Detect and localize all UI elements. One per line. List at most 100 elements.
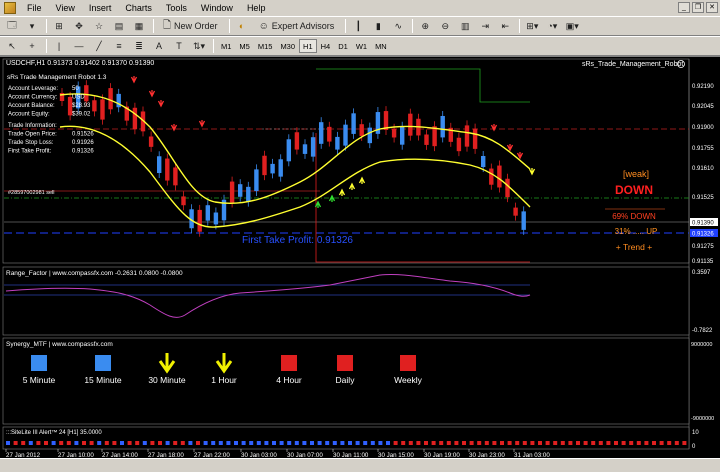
new-chart-icon[interactable]: 🗔: [3, 18, 21, 34]
price-label: 0.91900: [692, 125, 714, 131]
channel-icon[interactable]: ≡: [110, 38, 128, 54]
candle-body: [489, 168, 494, 185]
tp-price-tag: 0.91326: [692, 232, 714, 238]
menu-view[interactable]: View: [49, 0, 82, 16]
symbol-header: USDCHF,H1 0.91373 0.91402 0.91370 0.9139…: [6, 60, 154, 67]
sitelite-dot: [120, 441, 124, 445]
candle-body: [246, 186, 251, 202]
candle-body: [84, 85, 89, 102]
sitelite-dot: [74, 441, 79, 445]
sitelite-dot: [598, 441, 603, 445]
timeframe-m5[interactable]: M5: [235, 39, 253, 53]
sitelite-dot: [500, 441, 504, 445]
restore-icon[interactable]: ❐: [692, 2, 704, 13]
candle-body: [359, 124, 364, 137]
candle-body: [132, 107, 138, 130]
timeframe-mn[interactable]: MN: [371, 39, 391, 53]
sitelite-dot: [583, 441, 588, 445]
close-icon[interactable]: ✕: [706, 2, 718, 13]
candle-body: [205, 205, 210, 221]
timeframe-m1[interactable]: M1: [217, 39, 235, 53]
vertical-line-icon[interactable]: |: [50, 38, 68, 54]
sitelite-dot: [51, 441, 56, 445]
sitelite-dot: [6, 441, 10, 445]
sitelite-dot: [59, 441, 64, 445]
sitelite-dot: [325, 441, 330, 445]
metaeditor-icon[interactable]: ◐: [233, 18, 251, 34]
sitelite-dot: [28, 441, 33, 445]
sitelite-dot: [241, 441, 246, 445]
navigator-icon[interactable]: ☆: [90, 18, 108, 34]
bar-chart-icon[interactable]: ┃: [349, 18, 367, 34]
menu-insert[interactable]: Insert: [82, 0, 119, 16]
profiles-icon[interactable]: ▾: [23, 18, 41, 34]
trade-value: 0.91526: [72, 132, 94, 138]
label-icon[interactable]: T: [170, 38, 188, 54]
data-window-icon[interactable]: ✥: [70, 18, 88, 34]
pct-down: 69% DOWN: [612, 212, 656, 221]
periods-icon[interactable]: ◔▾: [543, 18, 561, 34]
zoom-in-icon[interactable]: ⊕: [416, 18, 434, 34]
synergy-label: 5 Minute: [23, 375, 56, 385]
timeframe-m30[interactable]: M30: [276, 39, 299, 53]
sitelite-dot: [674, 441, 679, 445]
arrows-icon[interactable]: ⇅▾: [190, 38, 208, 54]
menu-bar: File View Insert Charts Tools Window Hel…: [0, 0, 720, 16]
timeframe-w1[interactable]: W1: [352, 39, 371, 53]
zoom-out-icon[interactable]: ⊖: [436, 18, 454, 34]
range-factor-window: [2, 266, 690, 336]
autoscroll-icon[interactable]: ⇥: [476, 18, 494, 34]
indicators-icon[interactable]: ⊞▾: [523, 18, 541, 34]
market-watch-icon[interactable]: ⊞: [50, 18, 68, 34]
price-label: 0.91610: [692, 166, 714, 172]
sitelite-dot: [264, 441, 269, 445]
sitelite-dot: [424, 441, 428, 445]
menu-charts[interactable]: Charts: [118, 0, 159, 16]
text-icon[interactable]: A: [150, 38, 168, 54]
fibo-icon[interactable]: ≣: [130, 38, 148, 54]
tester-icon[interactable]: ▦: [130, 18, 148, 34]
terminal-icon[interactable]: ▤: [110, 18, 128, 34]
candle-body: [472, 128, 478, 149]
standard-toolbar: 🗔 ▾ ⊞ ✥ ☆ ▤ ▦ 🗋 New Order ◐ ☺ Expert Advis…: [0, 16, 720, 36]
synergy-square-icon: [31, 355, 47, 371]
main-chart-frame: [2, 58, 690, 264]
candle-chart-icon[interactable]: ▮: [369, 18, 387, 34]
timeframe-h1[interactable]: H1: [299, 39, 317, 53]
price-axis: 0.92190 0.92045 0.91900 0.91755 0.91610 0.915…: [692, 84, 714, 265]
cursor-icon[interactable]: ↖: [3, 38, 21, 54]
timeframe-d1[interactable]: D1: [334, 39, 352, 53]
synergy-header: Synergy_MTF | www.compassfx.com: [6, 341, 113, 348]
menu-file[interactable]: File: [20, 0, 49, 16]
expert-advisors-button[interactable]: ☺ Expert Advisors: [253, 18, 341, 34]
timeframe-m15[interactable]: M15: [254, 39, 277, 53]
timeframe-h4[interactable]: H4: [317, 39, 335, 53]
templates-icon[interactable]: ▣▾: [563, 18, 581, 34]
sitelite-dot: [644, 441, 649, 445]
menu-window[interactable]: Window: [194, 0, 240, 16]
chart-shift-icon[interactable]: ⇤: [496, 18, 514, 34]
window-controls: _ ❐ ✕: [678, 2, 718, 13]
chart-window[interactable]: USDCHF,H1 0.91373 0.91402 0.91370 0.9139…: [0, 56, 720, 459]
panel-title: sRs Trade Management Robot 1.3: [7, 74, 107, 81]
line-chart-icon[interactable]: ∿: [389, 18, 407, 34]
new-order-button[interactable]: 🗋 New Order: [157, 18, 224, 34]
crosshair-icon[interactable]: +: [23, 38, 41, 54]
menu-tools[interactable]: Tools: [159, 0, 194, 16]
sitelite-dot: [82, 441, 86, 445]
candle-body: [302, 144, 308, 154]
expert-advisors-icon: ☺: [258, 20, 269, 32]
sitelite-dot: [142, 441, 147, 445]
sitelite-dot: [355, 441, 360, 445]
menu-help[interactable]: Help: [240, 0, 273, 16]
tile-windows-icon[interactable]: ▥: [456, 18, 474, 34]
candle-body: [270, 163, 275, 174]
trendline-icon[interactable]: ╱: [90, 38, 108, 54]
synergy-square-icon: [400, 355, 416, 371]
candle-body: [400, 126, 405, 145]
horizontal-line-icon[interactable]: —: [70, 38, 88, 54]
sitelite-dot: [13, 441, 18, 445]
minimize-icon[interactable]: _: [678, 2, 690, 13]
candle-body: [505, 178, 510, 198]
sitelite-dot: [576, 441, 580, 445]
